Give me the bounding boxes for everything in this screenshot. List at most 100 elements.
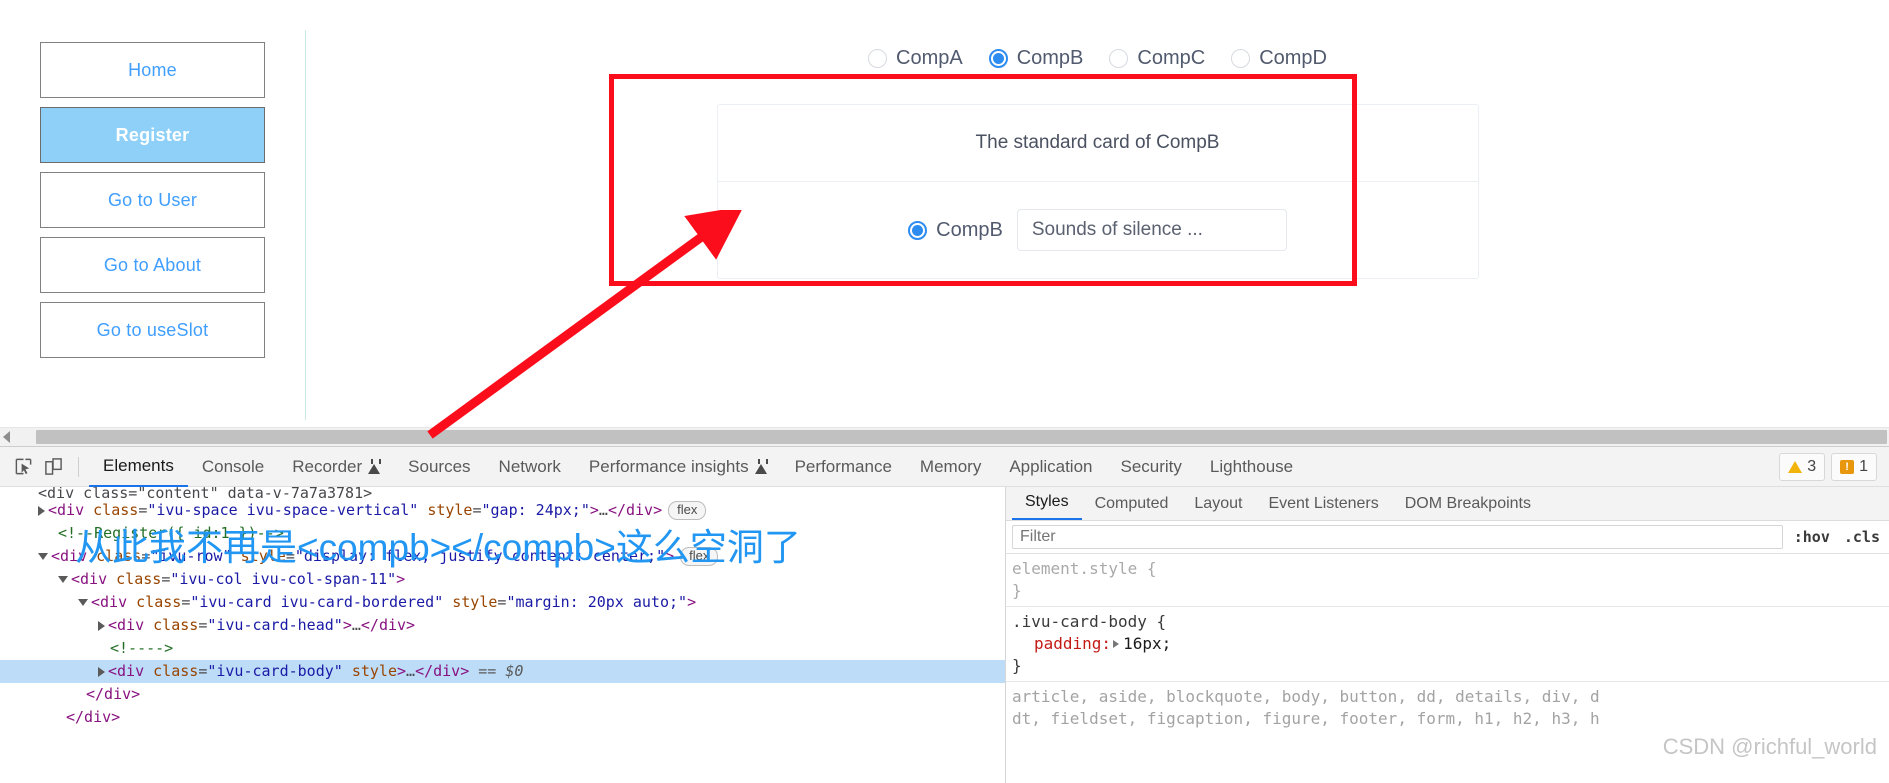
tab-elements[interactable]: Elements [89, 447, 188, 487]
dom-line-ivu-col[interactable]: <div class="ivu-col ivu-col-span-11"> [0, 568, 1005, 591]
expand-shorthand-icon[interactable] [1113, 640, 1120, 648]
tab-lighthouse[interactable]: Lighthouse [1196, 447, 1307, 486]
tab-recorder[interactable]: Recorder [278, 447, 394, 486]
sidebar-item-home[interactable]: Home [40, 42, 265, 98]
radio-circle-checked-icon[interactable] [908, 220, 928, 240]
radio-circle-icon[interactable] [868, 48, 887, 68]
tab-performance-insights[interactable]: Performance insights [575, 447, 781, 486]
dom-attr-value: ivu-space ivu-space-vertical [156, 501, 410, 519]
expand-triangle-icon[interactable] [98, 620, 105, 631]
dom-line-ivu-space[interactable]: <div class="ivu-space ivu-space-vertical… [0, 499, 1005, 522]
collapse-triangle-icon[interactable] [38, 553, 48, 560]
tab-computed[interactable]: Computed [1082, 488, 1182, 520]
css-rule-element-style[interactable]: element.style { } [1006, 554, 1889, 607]
dom-attr-value: margin: 20px auto; [515, 593, 679, 611]
dom-line-ivu-card-head[interactable]: <div class="ivu-card-head">…</div> [0, 614, 1005, 637]
card-container: The standard card of CompB CompB [306, 104, 1889, 279]
tab-layout[interactable]: Layout [1181, 488, 1255, 520]
dom-attr-name: class [96, 547, 142, 565]
tab-console[interactable]: Console [188, 447, 278, 486]
tab-network[interactable]: Network [485, 447, 575, 486]
dom-line-close-card[interactable]: </div> [0, 683, 1005, 706]
page-horizontal-scrollbar[interactable] [0, 427, 1889, 446]
hov-toggle-button[interactable]: :hov [1791, 528, 1833, 546]
dom-line-empty-comment[interactable]: <!----> [0, 637, 1005, 660]
device-toolbar-icon[interactable] [38, 452, 68, 482]
tab-memory[interactable]: Memory [906, 447, 995, 486]
dom-attr-name: class [116, 570, 162, 588]
radio-compc[interactable]: CompC [1109, 47, 1205, 70]
dom-tree-pane[interactable]: <div class="content" data-v-7a7a3781> <d… [0, 487, 1006, 783]
dom-line-ivu-card-body[interactable]: <div class="ivu-card-body" style>…</div>… [0, 660, 1005, 683]
tab-styles[interactable]: Styles [1012, 487, 1082, 520]
devtools-toolbar: Elements Console Recorder Sources Networ… [0, 447, 1889, 487]
tab-performance[interactable]: Performance [781, 447, 906, 486]
css-rule-close: } [1012, 581, 1022, 600]
dom-attr-name: class [153, 662, 199, 680]
warnings-badge[interactable]: 3 [1779, 452, 1826, 481]
scroll-left-arrow-icon[interactable] [3, 431, 10, 443]
collapse-triangle-icon[interactable] [78, 599, 88, 606]
warnings-count: 3 [1807, 457, 1817, 475]
css-declaration[interactable]: padding: 16px; [1012, 633, 1889, 655]
radio-compb[interactable]: CompB [988, 47, 1083, 70]
card-radio-compb[interactable]: CompB [908, 219, 1003, 242]
tab-label: Performance [794, 457, 892, 476]
toolbar-divider [78, 456, 79, 477]
collapse-triangle-icon[interactable] [58, 576, 68, 583]
tab-sources[interactable]: Sources [394, 447, 484, 486]
radio-compd[interactable]: CompD [1231, 47, 1327, 70]
dom-comment-text: <!----> [110, 639, 174, 657]
styles-tab-bar: Styles Computed Layout Event Listeners D… [1006, 487, 1889, 521]
expand-triangle-icon[interactable] [98, 666, 105, 677]
sidebar-item-go-to-user[interactable]: Go to User [40, 172, 265, 228]
slot-text-input[interactable] [1016, 209, 1287, 251]
css-selector-line-1: article, aside, blockquote, body, button… [1012, 687, 1600, 706]
inspect-element-icon[interactable] [8, 452, 38, 482]
radio-circle-checked-icon[interactable] [988, 48, 1008, 68]
tab-security[interactable]: Security [1107, 447, 1196, 486]
radio-label: CompA [896, 46, 963, 69]
tab-label: Sources [408, 457, 471, 476]
radio-circle-icon[interactable] [1109, 48, 1129, 68]
flex-badge[interactable]: flex [680, 547, 719, 566]
css-rule-ua-reset[interactable]: article, aside, blockquote, body, button… [1006, 682, 1889, 734]
sidebar-item-go-to-useslot[interactable]: Go to useSlot [40, 302, 265, 358]
sidebar-nav: Home Register Go to User Go to About Go … [0, 30, 305, 367]
scrollbar-thumb[interactable] [36, 430, 1887, 444]
dom-line-ivu-card[interactable]: <div class="ivu-card ivu-card-bordered" … [0, 591, 1005, 614]
sidebar-item-go-to-about[interactable]: Go to About [40, 237, 265, 293]
tab-label: Layout [1194, 495, 1243, 512]
dom-line-ivu-row[interactable]: <div class="ivu-row" style="display: fle… [0, 545, 1005, 568]
radio-compa[interactable]: CompA [868, 47, 963, 70]
sidebar-item-register[interactable]: Register [40, 107, 265, 163]
dom-close-tag: </div> [86, 685, 141, 703]
dom-line-register-comment[interactable]: <!--Register({ id:1 })--> [0, 522, 1005, 545]
sidebar-item-label: Go to About [103, 254, 202, 275]
radio-label: CompC [1137, 46, 1206, 69]
css-selector-line-2: dt, fieldset, figcaption, figure, footer… [1012, 709, 1600, 728]
issues-badge[interactable]: ! 1 [1831, 452, 1877, 481]
dom-tag-name: div [60, 547, 88, 565]
tab-application[interactable]: Application [995, 447, 1106, 486]
dom-attr-value: ivu-card-head [216, 616, 334, 634]
css-property-value[interactable]: 16px; [1123, 634, 1171, 653]
devtools-toolbar-right: 3 ! 1 [1779, 452, 1881, 481]
tab-label: Event Listeners [1268, 495, 1379, 512]
cls-toggle-button[interactable]: .cls [1841, 528, 1883, 546]
radio-circle-icon[interactable] [1231, 48, 1251, 68]
sidebar-item-label: Go to useSlot [96, 319, 209, 340]
dom-close-tag: </div> [66, 708, 121, 726]
flex-badge[interactable]: flex [668, 501, 707, 520]
sidebar-item-label: Home [128, 59, 177, 80]
tab-dom-breakpoints[interactable]: DOM Breakpoints [1392, 488, 1544, 520]
expand-triangle-icon[interactable] [38, 505, 45, 516]
dom-attr-value: ivu-row [159, 547, 223, 565]
dom-line-close-col[interactable]: </div> [0, 706, 1005, 729]
tab-event-listeners[interactable]: Event Listeners [1255, 488, 1391, 520]
styles-filter-input[interactable] [1012, 525, 1783, 549]
warning-triangle-icon [1788, 460, 1803, 473]
dom-tag-name: div [57, 501, 85, 519]
dom-line-content-div[interactable]: <div class="content" data-v-7a7a3781> [0, 487, 1005, 499]
css-rule-ivu-card-body[interactable]: .ivu-card-body { padding: 16px; } [1006, 607, 1889, 682]
